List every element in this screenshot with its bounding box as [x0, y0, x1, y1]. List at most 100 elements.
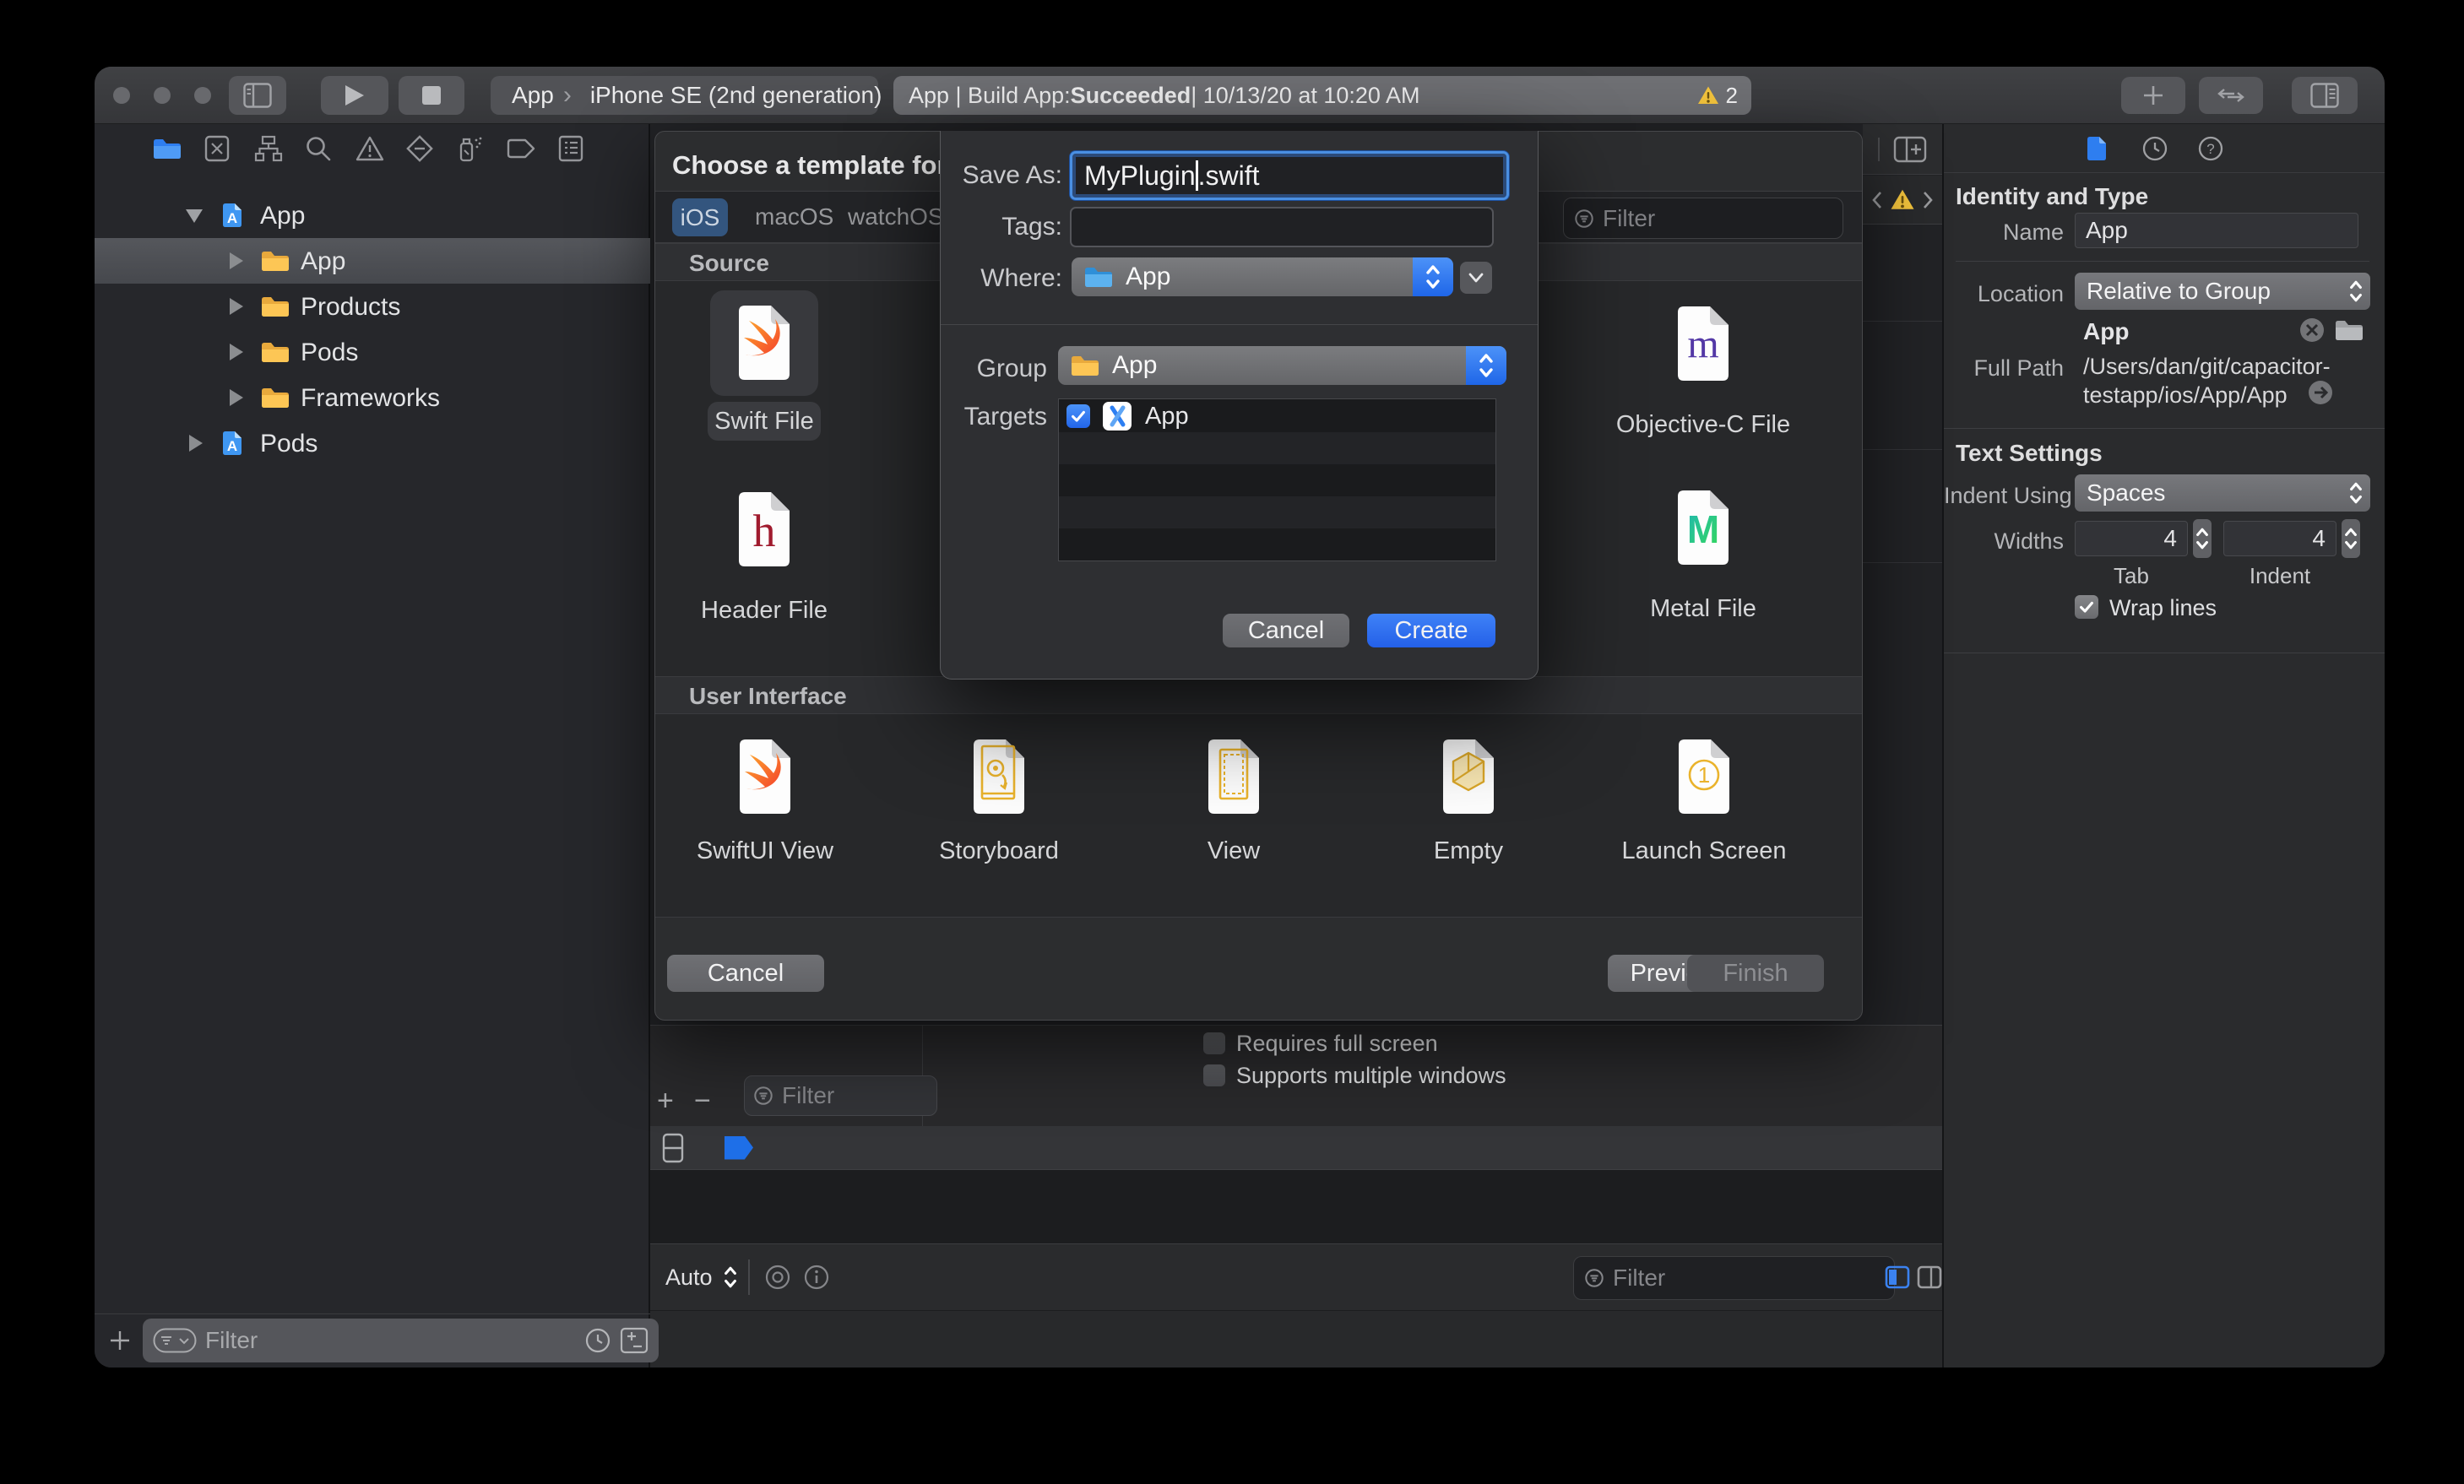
code-review-button[interactable] [2199, 77, 2263, 114]
tab-issue-navigator[interactable] [351, 124, 388, 173]
tab-source-control[interactable] [198, 124, 236, 173]
stop-button[interactable] [399, 76, 464, 115]
minimize-window-button[interactable] [154, 87, 171, 104]
template-header-file[interactable]: h [735, 490, 793, 568]
eye-icon[interactable] [763, 1263, 792, 1292]
scheme-selector[interactable]: App › iPhone SE (2nd generation) [491, 76, 882, 115]
clear-location-icon[interactable] [2298, 317, 2326, 344]
help-inspector-tab-icon[interactable]: ? [2197, 135, 2224, 162]
tab-report-navigator[interactable] [552, 124, 589, 173]
tree-row-frameworks[interactable]: Frameworks [95, 375, 650, 420]
where-popup[interactable]: App [1072, 257, 1453, 296]
auto-dropdown[interactable]: Auto [665, 1265, 713, 1291]
target-checkbox[interactable] [1066, 404, 1090, 428]
template-storyboard[interactable] [970, 738, 1028, 815]
sheet-cancel-button[interactable]: Cancel [1223, 614, 1349, 647]
document-flag-icon[interactable] [725, 1135, 753, 1160]
tab-test-navigator[interactable] [401, 124, 438, 173]
tab-breakpoint-navigator[interactable] [502, 124, 540, 173]
updown-chevron-icon[interactable] [723, 1263, 738, 1292]
template-metal-file[interactable]: M [1674, 489, 1732, 566]
tab-width-stepper[interactable] [2193, 519, 2212, 558]
template-swiftui-view[interactable] [736, 738, 794, 815]
right-pane-toggle-icon[interactable] [1917, 1265, 1942, 1290]
issue-badge[interactable]: 2 [1697, 76, 1738, 115]
tree-row-pods-project[interactable]: Pods [95, 420, 650, 466]
device-icon[interactable] [662, 1133, 684, 1163]
template-filter-input[interactable]: Filter [1563, 198, 1843, 239]
tree-row-products[interactable]: Products [95, 284, 650, 329]
run-button[interactable] [321, 76, 388, 115]
tags-field[interactable] [1070, 207, 1494, 247]
template-launch-screen[interactable]: 1 [1675, 738, 1733, 815]
arrows-icon [2217, 89, 2244, 102]
disclosure-closed-icon[interactable] [230, 389, 243, 406]
chevron-right-icon[interactable] [1922, 190, 1934, 210]
bottom-filter-input[interactable]: Filter [1573, 1256, 1895, 1300]
pane-filter-input[interactable]: Filter [744, 1075, 937, 1116]
tab-symbol-navigator[interactable] [250, 124, 287, 173]
disclosure-closed-icon[interactable] [189, 435, 203, 452]
disclosure-closed-icon[interactable] [230, 298, 243, 315]
location-popup[interactable]: Relative to Group [2075, 273, 2370, 310]
activity-status-bar[interactable]: App | Build App: Succeeded | 10/13/20 at… [893, 76, 1751, 115]
chevron-left-icon[interactable] [1871, 190, 1883, 210]
tab-debug-navigator[interactable] [451, 124, 488, 173]
filename-field[interactable]: MyPlugin .swift [1070, 151, 1509, 200]
add-editor-toolbar-button[interactable] [2121, 77, 2185, 114]
target-row[interactable]: App [1059, 399, 1495, 432]
updown-chevron-icon [1425, 262, 1441, 292]
indent-using-popup[interactable]: Spaces [2075, 474, 2370, 512]
disclosure-open-icon[interactable] [186, 209, 203, 223]
navigator-filter-input[interactable]: Filter [143, 1319, 659, 1362]
template-view[interactable] [1205, 738, 1262, 815]
identity-header: Identity and Type [1956, 183, 2149, 209]
finish-button[interactable]: Finish [1687, 955, 1824, 992]
template-objc-file[interactable]: m [1674, 305, 1732, 382]
indent-width-field[interactable]: 4 [2223, 521, 2336, 556]
add-editor-icon[interactable] [1893, 136, 1927, 163]
name-field[interactable]: App [2075, 213, 2358, 248]
open-path-arrow-icon[interactable] [2307, 379, 2334, 406]
warning-icon [1890, 188, 1915, 211]
indent-width-stepper[interactable] [2342, 519, 2360, 558]
jump-bar-issues[interactable] [1863, 176, 1942, 225]
zoom-window-button[interactable] [194, 87, 211, 104]
template-empty[interactable] [1440, 738, 1497, 815]
toggle-inspector-button[interactable] [2292, 77, 2358, 114]
filter-placeholder: Filter [205, 1327, 258, 1353]
tab-ios[interactable]: iOS [672, 198, 728, 236]
requires-fullscreen-checkbox[interactable] [1203, 1032, 1225, 1054]
expand-sheet-button[interactable] [1460, 262, 1492, 294]
add-file-button[interactable] [105, 1323, 135, 1358]
file-inspector-tab-icon[interactable] [2086, 135, 2108, 162]
disclosure-closed-icon[interactable] [230, 344, 243, 360]
supports-multiwindow-checkbox[interactable] [1203, 1064, 1225, 1086]
tab-width-field[interactable]: 4 [2075, 521, 2188, 556]
left-pane-toggle-icon[interactable] [1885, 1265, 1910, 1290]
add-target-button[interactable]: + [657, 1085, 674, 1118]
remove-target-button[interactable]: − [694, 1085, 711, 1118]
tab-watchos[interactable]: watchOS [848, 203, 944, 230]
tab-macos[interactable]: macOS [755, 203, 833, 230]
recent-files-button[interactable] [584, 1327, 611, 1360]
tab-project-navigator[interactable] [149, 124, 186, 173]
wrap-lines-checkbox[interactable] [2075, 595, 2098, 619]
tree-row-app-group-selected[interactable]: App [95, 238, 650, 284]
scm-status-filter-button[interactable] [620, 1327, 649, 1360]
info-icon[interactable] [802, 1263, 831, 1292]
disclosure-closed-icon[interactable] [230, 252, 243, 269]
tree-row-app-project[interactable]: App [95, 192, 650, 238]
section-title: Source [689, 250, 769, 276]
toggle-navigator-button[interactable] [229, 76, 286, 115]
group-popup[interactable]: App [1058, 346, 1506, 385]
dialog-cancel-button[interactable]: Cancel [667, 955, 824, 992]
create-button[interactable]: Create [1367, 614, 1495, 647]
close-window-button[interactable] [113, 87, 130, 104]
history-inspector-tab-icon[interactable] [2141, 135, 2168, 162]
template-empty-label: Empty [1433, 837, 1504, 864]
template-swift-file[interactable] [710, 290, 818, 396]
tab-find-navigator[interactable] [300, 124, 337, 173]
tree-row-pods-group[interactable]: Pods [95, 329, 650, 375]
choose-folder-icon[interactable] [2334, 318, 2364, 342]
